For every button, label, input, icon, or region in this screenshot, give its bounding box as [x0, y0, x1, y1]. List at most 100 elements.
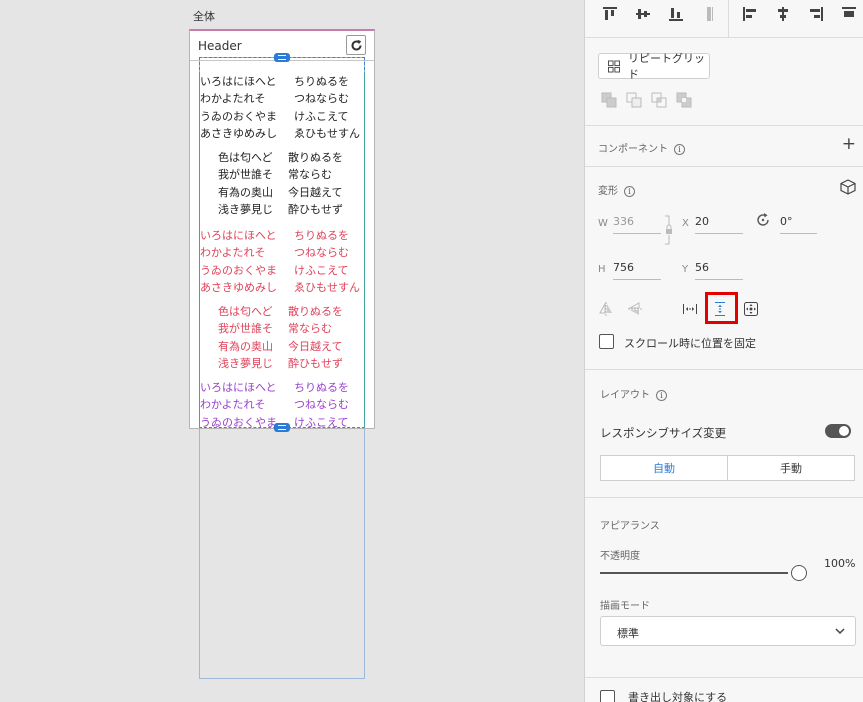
boolean-subtract-icon[interactable]: [625, 91, 643, 109]
text-left-phrase: いろはにほへと: [200, 75, 277, 88]
text-line: あさきゆめみし ゑひもせすん: [200, 279, 360, 296]
iroha-text-block[interactable]: 色は匂へど 散りぬるを 我が世誰そ 常ならむ 有為の奥山 今日越えて 浅き夢見じ 酔ひもせず: [218, 149, 343, 218]
text-right-phrase: 散りぬるを: [288, 305, 343, 318]
header-title: Header: [198, 39, 242, 53]
distribute-vertical-icon: [706, 7, 713, 21]
text-right-phrase: つねならむ: [294, 246, 349, 260]
flip-horizontal-icon[interactable]: [598, 301, 614, 317]
text-line: いろはにほへと ちりぬるを: [200, 379, 349, 396]
add-component-button[interactable]: +: [842, 134, 856, 154]
distribute-horizontal-icon: [841, 7, 856, 17]
text-right-phrase: ゑひもせすん: [294, 126, 360, 140]
repeat-grid-button[interactable]: リピートグリッド: [598, 52, 710, 81]
text-right-phrase: つねならむ: [294, 92, 349, 106]
fix-width-icon[interactable]: [682, 301, 698, 317]
info-icon[interactable]: i: [674, 143, 685, 155]
export-checkbox[interactable]: [600, 690, 615, 702]
distribute-vertical-button[interactable]: [692, 3, 725, 25]
text-left-phrase: 色は匂へど: [218, 305, 273, 318]
width-input[interactable]: 336: [613, 212, 661, 234]
artboard-label[interactable]: 全体: [193, 8, 215, 24]
text-left-phrase: 我が世誰そ: [218, 168, 273, 182]
align-vertical-center-icon: [635, 9, 650, 19]
property-inspector: リピートグリッド コンポーネント i + 変形 i W 336 X 20 0° H …: [584, 0, 863, 702]
text-line: わかよたれそ つねならむ: [200, 90, 360, 107]
text-right-phrase: けふこえて: [294, 109, 349, 123]
toolbar-divider: [728, 0, 729, 38]
resize-manual-button[interactable]: 手動: [728, 456, 854, 480]
text-left-phrase: 有為の奥山: [218, 339, 273, 353]
text-line: いろはにほへと ちりぬるを: [200, 73, 360, 90]
text-left-phrase: わかよたれそ: [200, 398, 266, 412]
align-left-button[interactable]: [733, 3, 766, 25]
bottom-resize-handle[interactable]: [274, 423, 290, 432]
text-line: 有為の奥山 今日越えて: [218, 338, 343, 355]
3d-transform-icon[interactable]: [840, 179, 856, 195]
top-resize-handle[interactable]: [274, 53, 290, 62]
text-right-phrase: ゑひもせすん: [294, 280, 360, 294]
text-line: 浅き夢見じ 酔ひもせず: [218, 201, 343, 218]
appearance-title: アピアランス: [600, 521, 660, 532]
boolean-ops: [600, 91, 693, 109]
text-left-phrase: 浅き夢見じ: [218, 356, 273, 370]
info-icon[interactable]: i: [656, 389, 667, 401]
text-left-phrase: わかよたれそ: [200, 92, 266, 106]
align-center-button[interactable]: [766, 3, 799, 25]
blend-mode-dropdown[interactable]: 標準: [600, 616, 856, 646]
text-line: 有為の奥山 今日越えて: [218, 184, 343, 201]
text-right-phrase: ちりぬるを: [294, 75, 349, 88]
fix-scroll-checkbox[interactable]: [599, 334, 614, 349]
x-input[interactable]: 20: [695, 212, 743, 234]
text-line: 浅き夢見じ 酔ひもせず: [218, 355, 343, 372]
repeat-grid-section: リピートグリッド: [585, 38, 863, 126]
align-right-icon: [809, 7, 823, 21]
align-bottom-button[interactable]: [659, 3, 692, 25]
design-canvas[interactable]: 全体 Header いろはにほへと ちりぬるを わかよたれそ つねならむ うゐのおくやま…: [0, 0, 584, 702]
text-line: うゐのおくやま けふこえて: [200, 262, 360, 279]
distribute-horizontal-button[interactable]: [832, 3, 863, 25]
height-input[interactable]: 756: [613, 258, 661, 280]
boolean-exclude-icon[interactable]: [675, 91, 693, 109]
highlight-annotation: [705, 292, 738, 324]
text-line: あさきゆめみし ゑひもせすん: [200, 125, 360, 142]
text-right-phrase: けふこえて: [294, 263, 349, 277]
opacity-slider-track[interactable]: [600, 572, 788, 574]
iroha-text-block[interactable]: いろはにほへと ちりぬるを わかよたれそ つねならむ うゐのおくやま けふこえて あさきゆめ…: [200, 73, 360, 142]
align-toolbar: [585, 0, 863, 38]
text-right-phrase: 酔ひもせず: [288, 356, 343, 370]
iroha-text-block[interactable]: いろはにほへと ちりぬるを わかよたれそ つねならむ うゐのおくやま けふこえて あさきゆめ…: [200, 227, 360, 296]
opacity-slider-thumb[interactable]: [791, 565, 807, 581]
fix-position-icon[interactable]: [743, 301, 759, 317]
height-label: H: [598, 264, 606, 275]
responsive-resize-toggle[interactable]: [825, 424, 851, 438]
text-right-phrase: ちりぬるを: [294, 381, 349, 394]
boolean-intersect-icon[interactable]: [650, 91, 668, 109]
refresh-button[interactable]: [346, 35, 366, 55]
y-input[interactable]: 56: [695, 258, 743, 280]
align-middle-button[interactable]: [626, 3, 659, 25]
align-right-button[interactable]: [799, 3, 832, 25]
text-line: 色は匂へど 散りぬるを: [218, 303, 343, 320]
export-label: 書き出し対象にする: [628, 691, 728, 702]
layout-title: レイアウト: [600, 390, 650, 401]
text-line: 色は匂へど 散りぬるを: [218, 149, 343, 166]
boolean-add-icon[interactable]: [600, 91, 618, 109]
info-icon[interactable]: i: [624, 185, 635, 197]
text-left-phrase: 有為の奥山: [218, 185, 273, 199]
text-left-phrase: 浅き夢見じ: [218, 202, 273, 216]
y-label: Y: [682, 264, 689, 275]
align-top-icon: [602, 7, 617, 20]
opacity-value[interactable]: 100%: [824, 557, 855, 570]
iroha-text-block[interactable]: 色は匂へど 散りぬるを我が世誰そ 常ならむ 有為の奥山 今日越えて 浅き夢見じ 酔ひもせず: [218, 303, 343, 372]
repeat-grid-label: リピートグリッド: [627, 52, 705, 81]
refresh-icon: [351, 39, 361, 50]
rotation-input[interactable]: 0°: [780, 212, 817, 234]
appearance-section: アピアランス 不透明度: [585, 498, 863, 678]
lock-aspect-icon[interactable]: [663, 215, 673, 245]
flip-vertical-icon[interactable]: [627, 301, 643, 317]
text-line: 我が世誰そ 常ならむ: [218, 320, 343, 337]
x-label: X: [682, 218, 689, 229]
align-horizontal-center-icon: [777, 7, 788, 21]
align-top-button[interactable]: [593, 3, 626, 25]
resize-auto-button[interactable]: 自動: [601, 456, 728, 480]
